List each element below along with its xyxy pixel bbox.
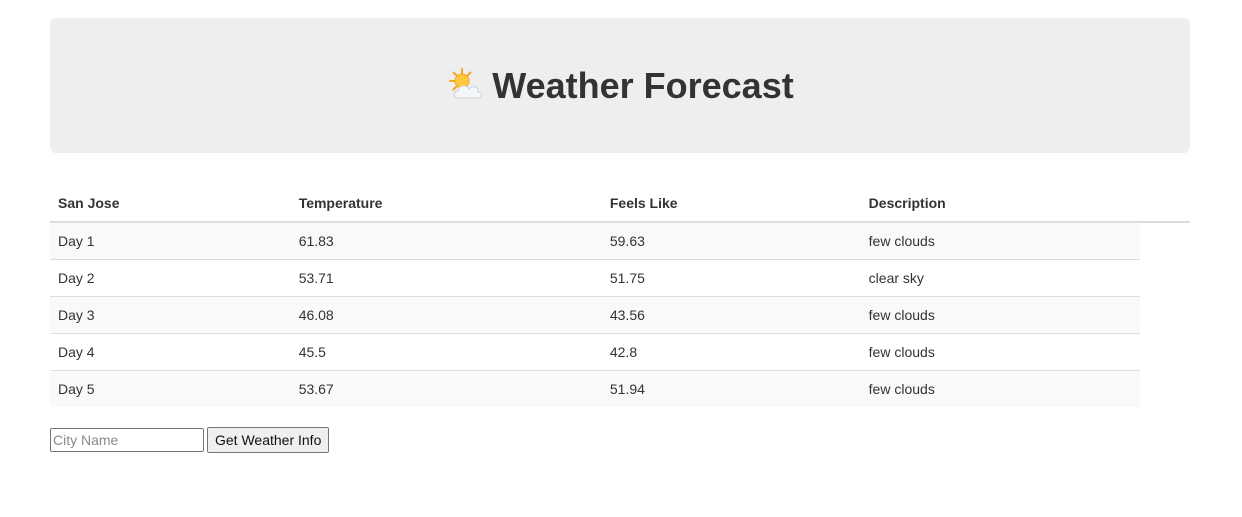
row-spacer [1139, 296, 1190, 334]
feels-like-cell: 43.56 [601, 296, 861, 334]
feels-like-cell: 51.75 [601, 259, 861, 297]
sun-behind-cloud-icon [446, 66, 486, 106]
row-spacer [1139, 222, 1190, 260]
page-title-text: Weather Forecast [492, 64, 794, 106]
description-cell: clear sky [860, 259, 1140, 297]
get-weather-button[interactable]: Get Weather Info [207, 427, 330, 453]
temperature-cell: 61.83 [290, 222, 602, 260]
row-spacer [1139, 333, 1190, 371]
description-cell: few clouds [860, 370, 1140, 407]
city-search-form: Get Weather Info [50, 427, 1190, 453]
table-row: Day 2 53.71 51.75 clear sky [50, 259, 1190, 297]
header-temperature: Temperature [290, 185, 602, 223]
description-cell: few clouds [860, 296, 1140, 334]
feels-like-cell: 42.8 [601, 333, 861, 371]
description-cell: few clouds [860, 333, 1140, 371]
header-city: San Jose [50, 185, 291, 223]
feels-like-cell: 51.94 [601, 370, 861, 407]
forecast-table: San Jose Temperature Feels Like Descript… [50, 185, 1190, 407]
day-cell: Day 2 [50, 259, 291, 297]
header-description: Description [860, 185, 1140, 223]
row-spacer [1139, 370, 1190, 407]
city-name-input[interactable] [50, 428, 204, 452]
day-cell: Day 3 [50, 296, 291, 334]
day-cell: Day 5 [50, 370, 291, 407]
temperature-cell: 45.5 [290, 333, 602, 371]
header-spacer [1139, 185, 1190, 223]
day-cell: Day 1 [50, 222, 291, 260]
header-banner: Weather Forecast [50, 18, 1190, 153]
temperature-cell: 53.71 [290, 259, 602, 297]
table-row: Day 1 61.83 59.63 few clouds [50, 222, 1190, 260]
day-cell: Day 4 [50, 333, 291, 371]
table-row: Day 5 53.67 51.94 few clouds [50, 370, 1190, 407]
temperature-cell: 46.08 [290, 296, 602, 334]
description-cell: few clouds [860, 222, 1140, 260]
page-container: Weather Forecast San Jose Temperature Fe… [50, 18, 1190, 453]
page-title: Weather Forecast [446, 64, 794, 106]
temperature-cell: 53.67 [290, 370, 602, 407]
table-header-row: San Jose Temperature Feels Like Descript… [50, 185, 1190, 223]
table-row: Day 3 46.08 43.56 few clouds [50, 296, 1190, 334]
header-feels-like: Feels Like [601, 185, 861, 223]
row-spacer [1139, 259, 1190, 297]
feels-like-cell: 59.63 [601, 222, 861, 260]
table-row: Day 4 45.5 42.8 few clouds [50, 333, 1190, 371]
